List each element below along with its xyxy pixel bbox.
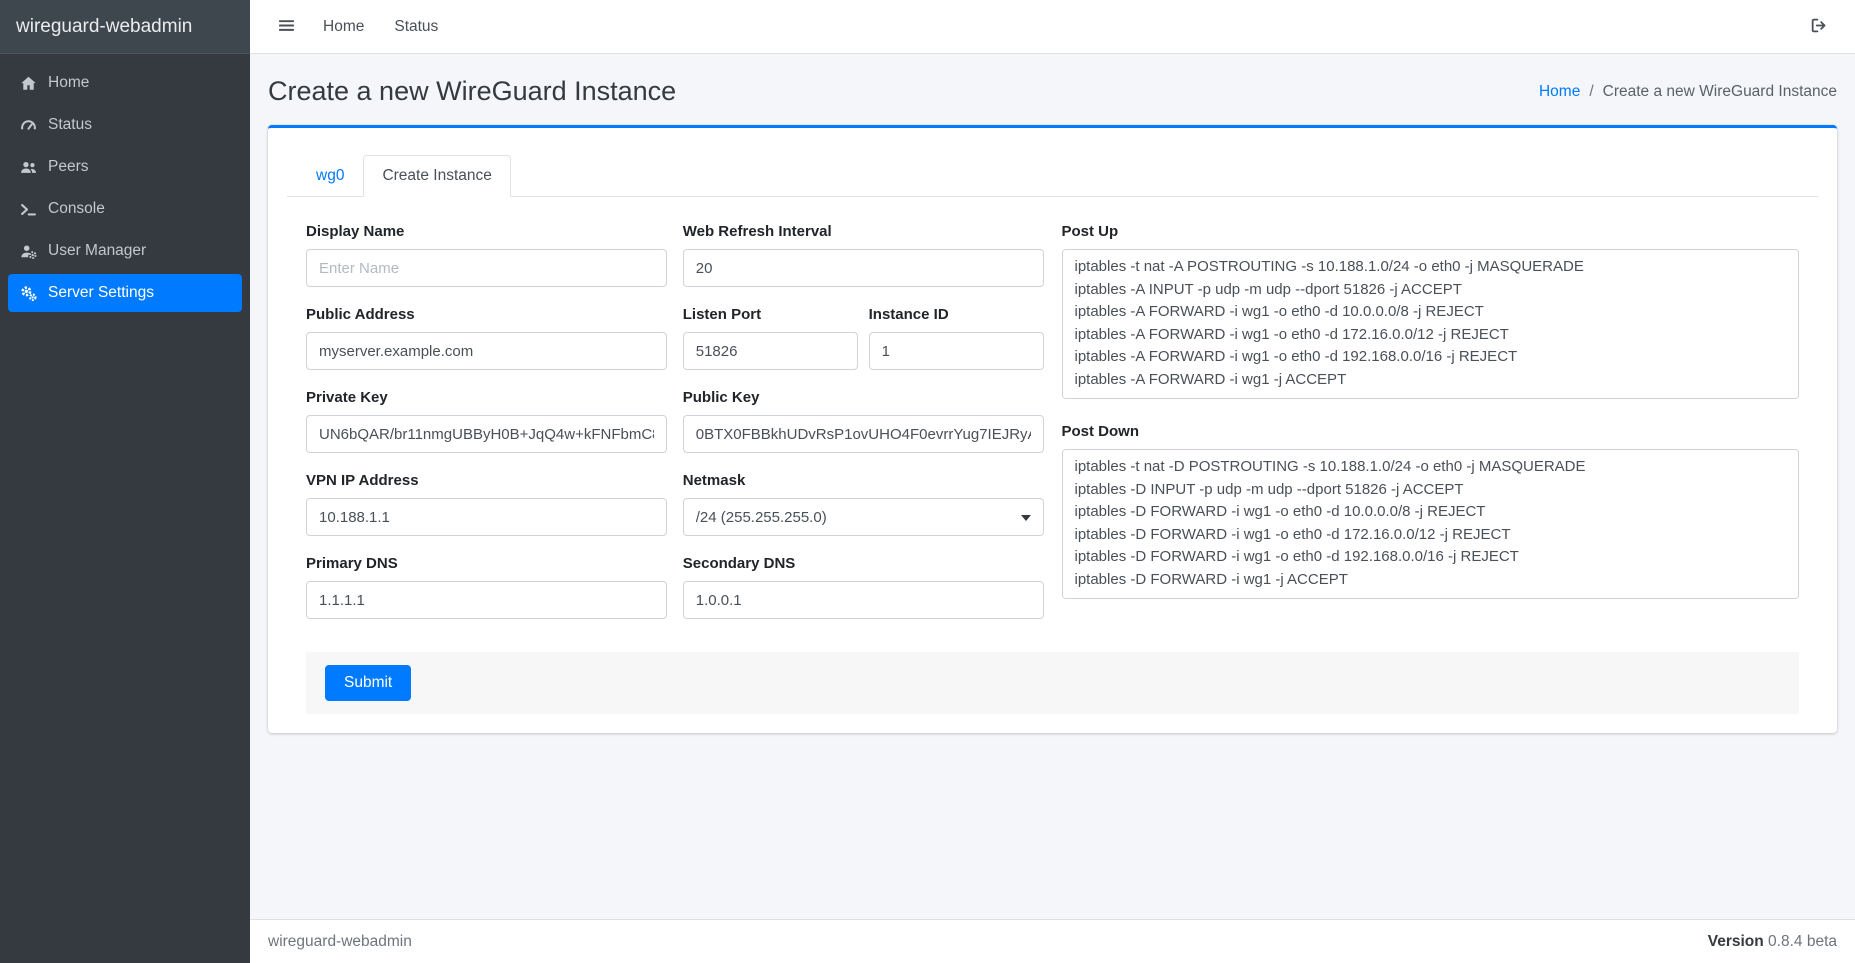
port-id-row: Listen Port Instance ID: [683, 306, 1044, 389]
gears-icon: [19, 284, 37, 302]
sidebar-item-status[interactable]: Status: [8, 106, 242, 144]
primary-dns-label: Primary DNS: [306, 555, 667, 572]
home-icon: [19, 74, 37, 92]
sidebar-item-user-manager[interactable]: User Manager: [8, 232, 242, 270]
user-gear-icon: [19, 242, 37, 260]
secondary-dns-input[interactable]: [683, 581, 1044, 619]
sidebar-item-label: User Manager: [48, 242, 146, 260]
users-icon: [19, 158, 37, 176]
sidebar-item-label: Home: [48, 74, 89, 92]
display-name-label: Display Name: [306, 223, 667, 240]
tab-create-instance[interactable]: Create Instance: [363, 155, 510, 197]
public-key-label: Public Key: [683, 389, 1044, 406]
post-down-group: Post Down iptables -t nat -D POSTROUTING…: [1062, 423, 1800, 604]
content-wrapper: Create a new WireGuard Instance Home / C…: [250, 54, 1855, 919]
tab-content: Display Name Web Refresh Interval Public…: [287, 197, 1818, 714]
listen-port-group: Listen Port: [683, 306, 858, 370]
create-instance-card: wg0 Create Instance Display Name: [268, 125, 1837, 733]
web-refresh-interval-input[interactable]: [683, 249, 1044, 287]
main-column: Home Status Create a new WireGuard Insta…: [250, 0, 1855, 963]
post-down-textarea[interactable]: iptables -t nat -D POSTROUTING -s 10.188…: [1062, 449, 1800, 599]
brand-text: wireguard-webadmin: [16, 16, 192, 38]
gauge-icon: [19, 116, 37, 134]
tab-wg0[interactable]: wg0: [297, 155, 363, 197]
primary-dns-group: Primary DNS: [306, 555, 667, 619]
instance-id-input[interactable]: [869, 332, 1044, 370]
breadcrumb-home-link[interactable]: Home: [1539, 83, 1580, 101]
web-refresh-interval-group: Web Refresh Interval: [683, 223, 1044, 287]
post-up-textarea[interactable]: iptables -t nat -A POSTROUTING -s 10.188…: [1062, 249, 1800, 399]
footer: wireguard-webadmin Version 0.8.4 beta: [250, 919, 1855, 963]
terminal-icon: [19, 200, 37, 218]
private-key-input[interactable]: [306, 415, 667, 453]
public-address-input[interactable]: [306, 332, 667, 370]
brand-link[interactable]: wireguard-webadmin: [0, 0, 250, 54]
netmask-group: Netmask /24 (255.255.255.0): [683, 472, 1044, 536]
footer-version-label: Version: [1708, 933, 1764, 950]
logout-icon: [1810, 17, 1827, 37]
sidebar: wireguard-webadmin Home Status Peers: [0, 0, 250, 963]
footer-version-value: 0.8.4 beta: [1768, 933, 1837, 950]
form-footer: Submit: [306, 652, 1799, 714]
secondary-dns-group: Secondary DNS: [683, 555, 1044, 619]
form-left-columns: Display Name Web Refresh Interval Public…: [306, 223, 1044, 638]
footer-brand: wireguard-webadmin: [268, 933, 412, 951]
sidebar-item-peers[interactable]: Peers: [8, 148, 242, 186]
breadcrumb: Home / Create a new WireGuard Instance: [1539, 83, 1837, 101]
post-up-group: Post Up iptables -t nat -A POSTROUTING -…: [1062, 223, 1800, 404]
listen-port-input[interactable]: [683, 332, 858, 370]
instance-id-group: Instance ID: [869, 306, 1044, 370]
topnav-link-home[interactable]: Home: [309, 10, 378, 44]
public-address-group: Public Address: [306, 306, 667, 370]
sidebar-item-label: Status: [48, 116, 92, 134]
vpn-ip-label: VPN IP Address: [306, 472, 667, 489]
public-key-group: Public Key: [683, 389, 1044, 453]
sidebar-item-label: Console: [48, 200, 105, 218]
instance-id-label: Instance ID: [869, 306, 1044, 323]
primary-dns-input[interactable]: [306, 581, 667, 619]
sidebar-item-home[interactable]: Home: [8, 64, 242, 102]
display-name-input[interactable]: [306, 249, 667, 287]
menu-icon: [278, 17, 295, 37]
instance-tabs: wg0 Create Instance: [287, 155, 1818, 197]
vpn-ip-group: VPN IP Address: [306, 472, 667, 536]
post-up-label: Post Up: [1062, 223, 1800, 240]
public-key-input[interactable]: [683, 415, 1044, 453]
top-navbar: Home Status: [250, 0, 1855, 54]
private-key-label: Private Key: [306, 389, 667, 406]
app-root: wireguard-webadmin Home Status Peers: [0, 0, 1855, 963]
netmask-label: Netmask: [683, 472, 1044, 489]
footer-version: Version 0.8.4 beta: [1708, 933, 1837, 951]
netmask-select[interactable]: /24 (255.255.255.0): [683, 498, 1044, 536]
vpn-ip-input[interactable]: [306, 498, 667, 536]
form-right-column: Post Up iptables -t nat -A POSTROUTING -…: [1062, 223, 1800, 638]
web-refresh-interval-label: Web Refresh Interval: [683, 223, 1044, 240]
sidebar-item-label: Peers: [48, 158, 89, 176]
netmask-select-wrap: /24 (255.255.255.0): [683, 498, 1044, 536]
sidebar-item-label: Server Settings: [48, 284, 154, 302]
public-address-label: Public Address: [306, 306, 667, 323]
instance-form: Display Name Web Refresh Interval Public…: [306, 223, 1799, 638]
sidebar-item-server-settings[interactable]: Server Settings: [8, 274, 242, 312]
display-name-group: Display Name: [306, 223, 667, 287]
logout-button[interactable]: [1798, 9, 1839, 45]
sidebar-menu: Home Status Peers Console: [0, 54, 250, 326]
content-header: Create a new WireGuard Instance Home / C…: [268, 68, 1837, 125]
breadcrumb-current: Create a new WireGuard Instance: [1603, 83, 1837, 101]
private-key-group: Private Key: [306, 389, 667, 453]
card-body: wg0 Create Instance Display Name: [268, 128, 1837, 733]
page-title: Create a new WireGuard Instance: [268, 76, 676, 107]
sidebar-item-console[interactable]: Console: [8, 190, 242, 228]
submit-button[interactable]: Submit: [325, 665, 411, 701]
listen-port-label: Listen Port: [683, 306, 858, 323]
sidebar-toggle-button[interactable]: [266, 9, 307, 45]
secondary-dns-label: Secondary DNS: [683, 555, 1044, 572]
post-down-label: Post Down: [1062, 423, 1800, 440]
breadcrumb-separator: /: [1589, 83, 1593, 101]
topnav-link-status[interactable]: Status: [380, 10, 452, 44]
